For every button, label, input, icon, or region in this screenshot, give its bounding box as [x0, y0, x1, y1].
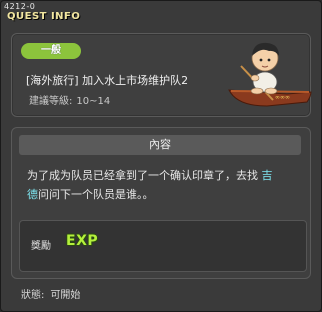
status-label: 狀態:: [21, 290, 45, 301]
content-section-header: 內容: [19, 135, 301, 155]
recommended-level: 建議等級: 10~14: [29, 92, 110, 107]
window-title: QUEST INFO: [7, 11, 81, 22]
quest-info-window: 4212-0 QUEST INFO 一般 [海外旅行] 加入水上市场维护队2 建…: [0, 0, 322, 312]
level-range: 10~14: [76, 96, 111, 107]
boy-in-boat-illustration: ∞∞∞: [228, 42, 312, 107]
description-text: 为了成为队员已经拿到了一个确认印章了，去找: [27, 169, 262, 182]
description-text-end: 问问下一个队员是谁。。: [38, 188, 154, 201]
status-value: 可開始: [50, 290, 81, 301]
reward-box: [19, 220, 307, 272]
reward-label: 獎勵: [31, 241, 51, 252]
npc-name-link-part2[interactable]: 德: [27, 188, 38, 201]
quest-description: 为了成为队员已经拿到了一个确认印章了，去找 吉德问问下一个队员是谁。。: [27, 166, 299, 204]
npc-name-link-part1[interactable]: 吉: [262, 169, 273, 182]
svg-text:∞∞∞: ∞∞∞: [275, 94, 290, 101]
quest-status: 狀態: 可開始: [21, 286, 80, 301]
quest-name: [海外旅行] 加入水上市场维护队2: [26, 74, 189, 87]
level-label: 建議等級:: [29, 96, 73, 107]
quest-id: 4212-0: [4, 2, 36, 11]
exp-reward-icon: EXP: [66, 233, 99, 249]
category-badge: 一般: [21, 43, 81, 59]
